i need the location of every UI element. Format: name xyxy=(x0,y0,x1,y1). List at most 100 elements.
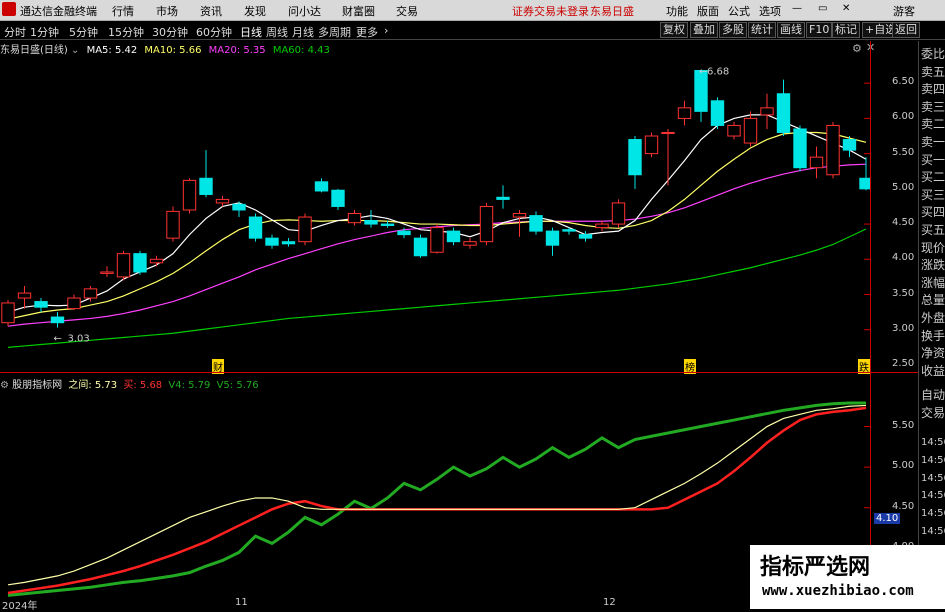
side-panel-item: 涨幅 xyxy=(921,275,945,290)
settings-gear-icon[interactable]: ⚙ xyxy=(852,42,862,55)
side-panel-item: 14:56 xyxy=(921,454,945,466)
menu-caifuquan[interactable]: 财富圈 xyxy=(342,3,375,19)
menu-hangqing[interactable]: 行情 xyxy=(112,3,134,19)
price-axis-tick: 6.00 xyxy=(892,111,915,123)
back-button[interactable]: 返回 xyxy=(892,22,920,38)
candle-body xyxy=(133,253,147,273)
period-60min[interactable]: 60分钟 xyxy=(196,24,232,40)
menu-gongneng[interactable]: 功能 xyxy=(666,3,688,19)
duogu-button[interactable]: 多股 xyxy=(719,22,747,38)
period-5min[interactable]: 5分钟 xyxy=(69,24,98,40)
f10-button[interactable]: F10 xyxy=(806,22,833,38)
candle-body xyxy=(182,179,197,211)
app-title: 通达信金融终端 xyxy=(20,5,97,18)
candle-body xyxy=(595,223,609,229)
side-panel-item[interactable]: 交易 xyxy=(921,404,945,421)
candle-body xyxy=(215,198,230,204)
high-arrow-icon: ← xyxy=(699,66,707,77)
side-panel-item[interactable]: 自动 xyxy=(921,386,945,403)
candle-body xyxy=(232,203,246,211)
period-fenshi[interactable]: 分时 xyxy=(4,24,26,40)
price-axis-tick: 5.50 xyxy=(892,146,915,158)
login-status[interactable]: 证券交易未登录 xyxy=(512,3,589,19)
side-panel-item: 买三 xyxy=(921,187,945,202)
candle-body xyxy=(397,230,411,236)
candle-body xyxy=(50,316,65,324)
candle-body xyxy=(413,237,428,257)
candle-body xyxy=(347,213,362,224)
menu-gongshi[interactable]: 公式 xyxy=(728,3,750,19)
maximize-button[interactable]: ▭ xyxy=(818,3,827,14)
candle-body xyxy=(446,230,461,243)
menu-zixun[interactable]: 资讯 xyxy=(200,3,222,19)
high-price-annotation: 6.68 xyxy=(707,66,729,77)
side-panel-item: 现价 xyxy=(921,240,945,255)
candle-body xyxy=(149,258,164,264)
sub-chart-legend: ⚙ 股朋指标网 之间: 5.73 买: 5.68 V4: 5.79 V5: 5.… xyxy=(0,376,259,391)
tongji-button[interactable]: 统计 xyxy=(748,22,776,38)
candle-body xyxy=(496,196,510,200)
price-axis-tick: 5.00 xyxy=(892,181,915,193)
candle-body xyxy=(364,220,378,225)
side-panel-item: 卖四 xyxy=(921,82,945,97)
main-chart-legend: 东易日盛(日线) ⌄ MA5: 5.42 MA10: 5.66 MA20: 5.… xyxy=(0,41,330,56)
candle-body xyxy=(380,223,395,226)
watermark-title: 指标严选网 xyxy=(760,555,871,580)
xaxis-2024: 2024年 xyxy=(2,601,38,612)
candle-body xyxy=(248,216,263,239)
indicator-axis-tick: 4.50 xyxy=(892,500,915,512)
more-chevron-icon[interactable]: › xyxy=(384,24,388,37)
side-panel-item: 卖二 xyxy=(921,117,945,132)
price-axis-tick: 3.00 xyxy=(892,322,915,334)
menu-jiaoyi[interactable]: 交易 xyxy=(396,3,418,19)
biaoji-button[interactable]: 标记 xyxy=(832,22,860,38)
period-toolbar: 分时 1分钟 5分钟 15分钟 30分钟 60分钟 日线 周线 月线 多周期 更… xyxy=(0,21,945,40)
candle-body xyxy=(314,181,329,192)
side-panel-item: 委比 xyxy=(921,47,945,61)
menu-banmian[interactable]: 版面 xyxy=(697,3,719,19)
panel-separator[interactable] xyxy=(0,372,918,373)
indicator-axis-tick: 5.00 xyxy=(892,460,915,472)
period-multi[interactable]: 多周期 xyxy=(318,24,351,40)
menu-shichang[interactable]: 市场 xyxy=(156,3,178,19)
minimize-button[interactable]: — xyxy=(792,3,802,14)
diejia-button[interactable]: 叠加 xyxy=(690,22,718,38)
guest-user[interactable]: 游客 xyxy=(893,3,915,19)
xaxis-nov: 11 xyxy=(235,597,248,608)
period-weekly[interactable]: 周线 xyxy=(266,24,288,40)
price-axis-tick: 3.50 xyxy=(892,287,915,299)
indicator-chart[interactable] xyxy=(0,390,870,597)
candle-body xyxy=(298,216,312,243)
huaxian-button[interactable]: 画线 xyxy=(777,22,805,38)
menu-wenxiaoda[interactable]: 问小达 xyxy=(288,3,321,19)
period-1min[interactable]: 1分钟 xyxy=(30,24,59,40)
side-panel-item: 买一 xyxy=(921,152,945,167)
period-30min[interactable]: 30分钟 xyxy=(152,24,188,40)
yellow-indicator-line xyxy=(7,404,867,586)
period-monthly[interactable]: 月线 xyxy=(292,24,314,40)
candle-body xyxy=(1,302,15,324)
menu-xuanxiang[interactable]: 选项 xyxy=(759,3,781,19)
red-indicator-line xyxy=(7,406,867,595)
candle-body xyxy=(479,205,494,243)
candle-body xyxy=(710,100,725,126)
candle-body xyxy=(793,128,807,169)
candle-body xyxy=(199,177,213,195)
candle-body xyxy=(116,253,131,278)
candle-body xyxy=(743,117,758,144)
side-panel-item: 买五 xyxy=(921,223,945,237)
fuquan-button[interactable]: 复权 xyxy=(660,22,688,38)
period-15min[interactable]: 15分钟 xyxy=(108,24,144,40)
candle-body xyxy=(529,215,543,232)
side-panel-item: 换手 xyxy=(921,328,945,343)
candle-body xyxy=(265,237,279,246)
candle-body xyxy=(166,210,180,239)
menu-faxian[interactable]: 发现 xyxy=(244,3,266,19)
period-more[interactable]: 更多 xyxy=(356,24,378,40)
close-button[interactable]: ✕ xyxy=(842,3,850,14)
candle-body xyxy=(826,124,840,176)
candlestick-chart[interactable]: 6.68 3.03 ← ← xyxy=(0,55,870,372)
side-panel-item: 卖五 xyxy=(921,64,945,79)
candle-body xyxy=(644,135,659,155)
period-daily[interactable]: 日线 xyxy=(240,24,262,40)
